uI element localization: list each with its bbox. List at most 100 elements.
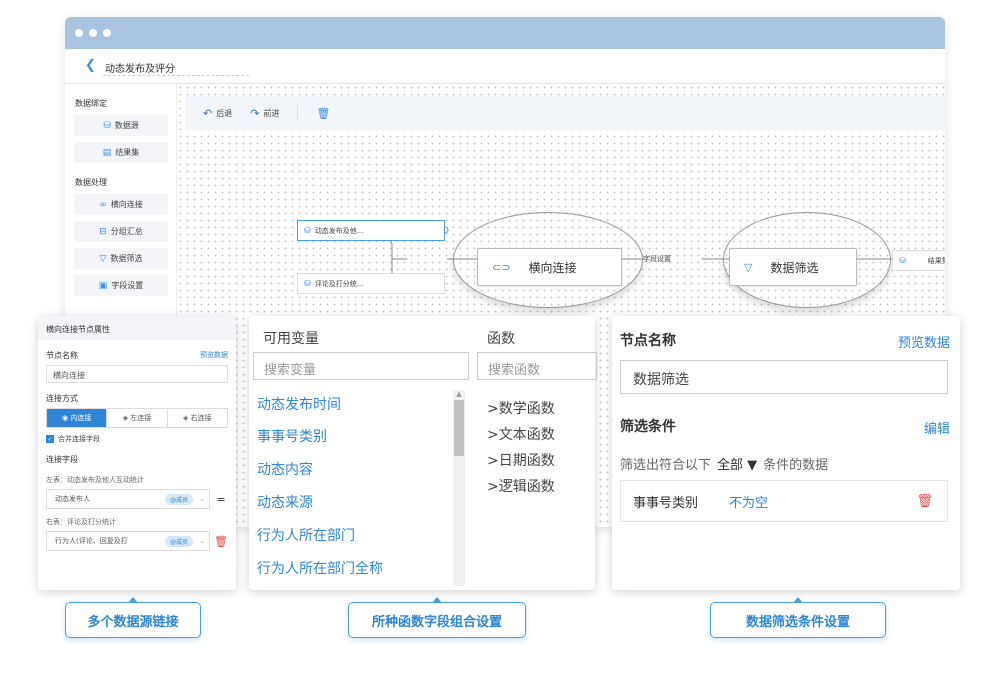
condition-suffix: 条件的数据 [763,458,829,473]
option-label: 左连接 [130,414,152,422]
variable-search-input[interactable]: 搜索变量 [253,352,469,380]
edit-link[interactable]: 编辑 [924,418,950,437]
window-titlebar [65,17,945,49]
variable-item[interactable]: 行为人所在部门全称 [257,558,383,578]
field-icon: ▣ [98,280,108,291]
node-label: 横向连接 [528,260,577,275]
item-join[interactable]: ∞ 横向连接 [74,194,168,215]
filter-card: 节点名称 预览数据 数据筛选 筛选条件 编辑 筛选出符合以下 全部 ▼ 条件的数… [612,316,960,590]
node-name-label: 节点名称 [620,333,676,349]
variable-item[interactable]: 动态来源 [257,492,313,512]
radio-icon: ◈ [183,414,191,422]
left-table-label: 左表：动态发布及他人互动统计 [46,476,144,484]
variable-item[interactable]: 动态内容 [257,459,313,479]
item-group[interactable]: ⊟ 分组汇总 [74,221,168,242]
source-node-1[interactable]: ⛁ 动态发布及他... [297,220,445,241]
right-field-select[interactable]: 行为人(评论、回复及打 @成员 ⌄ [46,531,210,551]
function-search-input[interactable]: 搜索函数 [477,352,597,380]
item-label: 字段设置 [111,281,144,290]
join-node[interactable]: ⊂⊃ 横向连接 [477,248,622,286]
caret-down-icon: ▼ [747,458,758,473]
preview-data-link[interactable]: 预览数据 [898,332,950,351]
item-label: 分组汇总 [110,227,143,236]
join-properties-card: 横向连接节点属性 节点名称 预览数据 横向连接 连接方式 ◉ 内连接 ◈ 左连接… [38,316,236,590]
filter-icon: ▽ [744,260,753,274]
item-label: 横向连接 [110,200,143,209]
section-data-processing: 数据处理 [75,178,107,187]
variable-list-scrollbar[interactable]: ▲ [453,390,465,586]
node-label: 结果集 [927,256,945,265]
back-chevron-icon[interactable]: ❮ [85,58,96,73]
trash-icon[interactable]: 🗑 [214,535,228,548]
scroll-up-arrow-icon[interactable]: ▲ [453,390,465,398]
left-field-select[interactable]: 动态发布人 @成员 ⌄ [46,489,210,509]
chevron-down-icon: ⌄ [199,537,205,545]
window-dot[interactable] [103,29,111,37]
item-field-settings[interactable]: ▣ 字段设置 [74,275,168,296]
table-icon: ▤ [102,147,112,158]
radio-icon: ◉ [61,414,71,422]
window-dot[interactable] [89,29,97,37]
left-join-option[interactable]: ◈ 左连接 [107,409,168,427]
member-tag: @成员 [165,493,194,505]
variable-item[interactable]: 行为人所在部门 [257,525,355,545]
join-type-label: 连接方式 [46,394,78,403]
filter-rule-row[interactable]: 事事号类别 不为空 🗑 [620,480,948,522]
variables-title: 可用变量 [263,331,319,347]
node-name-label: 节点名称 [46,351,78,360]
variable-item[interactable]: 事事号类别 [257,426,327,446]
window-dot[interactable] [75,29,83,37]
join-icon: ⊂⊃ [492,260,511,274]
filter-node[interactable]: ▽ 数据筛选 [729,248,857,286]
item-label: 结果集 [115,148,140,157]
scrollbar-thumb[interactable] [454,400,464,456]
caption-multi-source: 多个数据源链接 [65,597,201,638]
function-category[interactable]: >逻辑函数 [487,476,555,496]
field-value: 动态发布人 [55,495,90,503]
checkbox-label: 合并连接字段 [58,435,100,443]
condition-mode-dropdown[interactable]: 全部 ▼ [717,454,757,473]
option-label: 内连接 [70,414,92,422]
node-name-input[interactable]: 数据筛选 [620,360,948,394]
top-nav: ❮ 动态发布及评分 [65,49,945,84]
item-filter[interactable]: ▽ 数据筛选 [74,248,168,269]
variable-item[interactable]: 动态发布时间 [257,394,341,414]
equals-sign: = [216,492,226,506]
option-label: 右连接 [190,414,212,422]
caption-function-combo: 所种函数字段组合设置 [348,597,526,638]
right-join-option[interactable]: ◈ 右连接 [168,409,227,427]
item-datasource[interactable]: ⛁ 数据源 [74,115,168,136]
condition-prefix: 筛选出符合以下 [620,458,712,473]
node-label: 数据筛选 [770,260,819,275]
page-title[interactable]: 动态发布及评分 [105,60,175,75]
function-category[interactable]: >日期函数 [487,450,555,470]
right-field-row: 行为人(评论、回复及打 @成员 ⌄ 🗑 [46,531,228,551]
source-node-2[interactable]: ⛁ 评论及打分统... [297,273,445,294]
join-type-selector: ◉ 内连接 ◈ 左连接 ◈ 右连接 [46,408,228,428]
database-icon: ⛁ [103,120,111,131]
database-icon: ⛁ [304,226,311,235]
merge-fields-checkbox[interactable]: ✓ 合并连接字段 [46,434,228,444]
item-label: 数据筛选 [110,254,143,263]
item-resultset[interactable]: ▤ 结果集 [74,142,168,163]
node-name-input[interactable]: 横向连接 [46,365,228,383]
radio-icon: ◈ [122,414,131,422]
left-field-row: 动态发布人 @成员 ⌄ = [46,489,228,509]
right-table-label: 右表：评论及打分统计 [46,518,116,526]
checkbox-icon: ✓ [46,435,54,443]
result-node[interactable]: ⛁ 结果集 [892,250,945,271]
item-label: 数据源 [114,121,139,130]
node-label: 评论及打分统... [314,279,364,288]
member-tag: @成员 [165,535,194,547]
preview-data-link[interactable]: 预览数据 [200,350,228,361]
field-value: 行为人(评论、回复及打 [55,537,128,545]
inner-join-option[interactable]: ◉ 内连接 [47,409,108,427]
chevron-down-icon: ⌄ [199,495,205,503]
function-category[interactable]: >数学函数 [487,398,555,418]
trash-icon[interactable]: 🗑 [916,494,933,509]
title-underline [103,75,249,76]
function-category[interactable]: >文本函数 [487,424,555,444]
field-settings-node[interactable]: 字段设置 [637,248,707,269]
rule-operator[interactable]: 不为空 [729,492,916,511]
node-name-row: 节点名称 预览数据 [38,350,236,361]
